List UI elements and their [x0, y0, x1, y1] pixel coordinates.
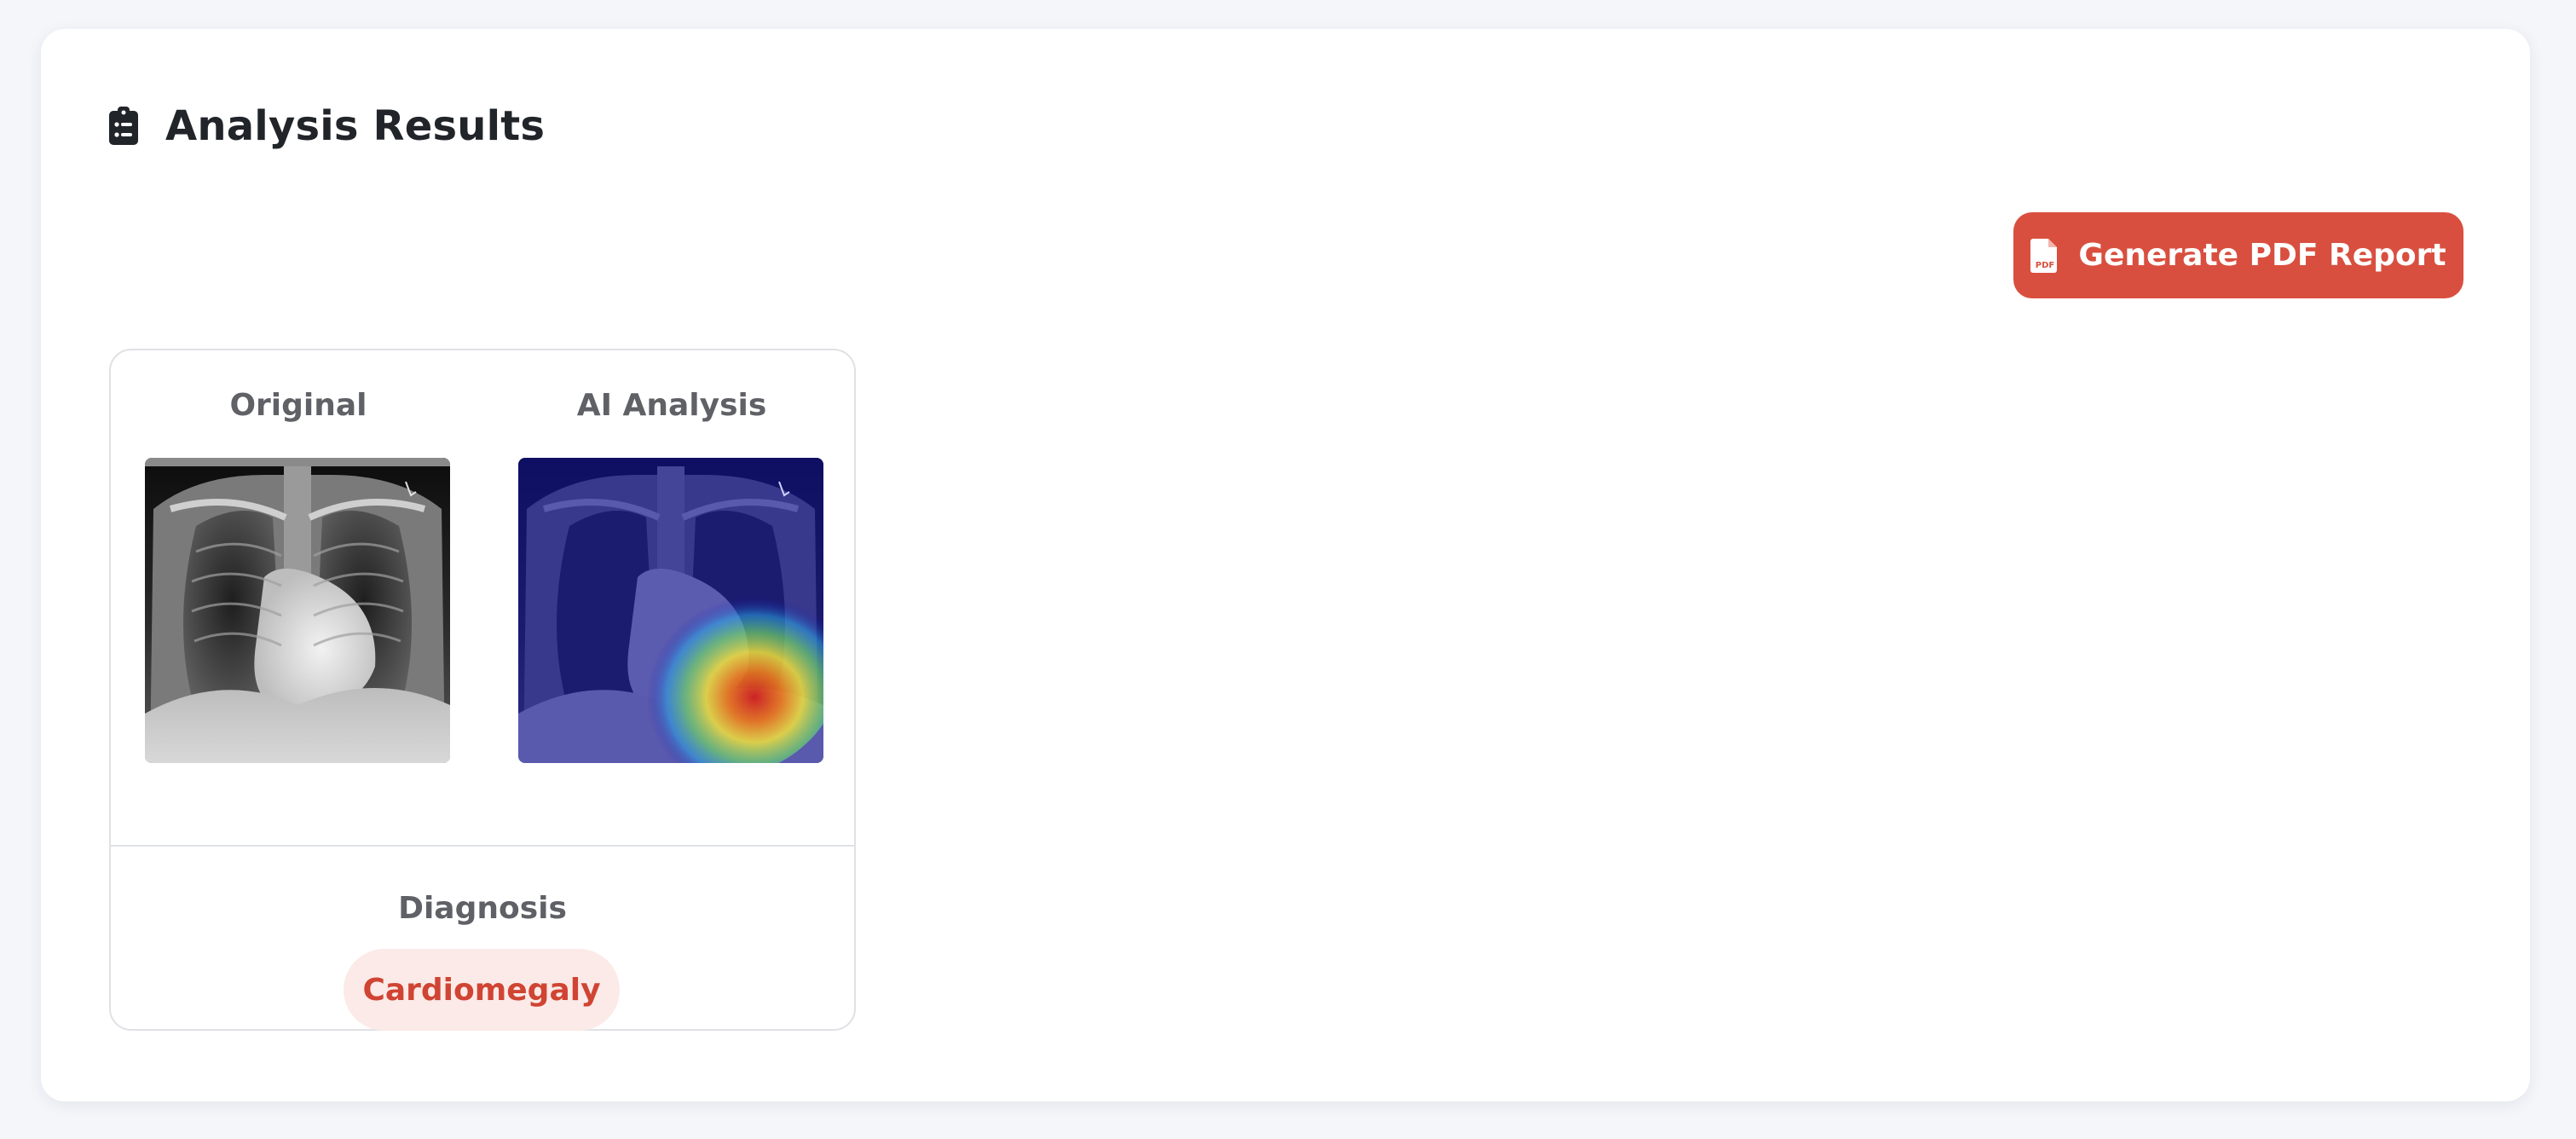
original-image-label: Original — [229, 388, 367, 423]
diagnosis-badge: Cardiomegaly — [344, 949, 620, 1031]
file-pdf-icon: PDF — [2030, 238, 2058, 273]
panel-header: Analysis Results — [107, 102, 545, 150]
original-xray-image[interactable] — [145, 458, 450, 763]
clipboard-list-icon — [109, 107, 138, 145]
result-card: Original AI Analysis Diagnosis Cardiomeg… — [109, 349, 856, 1031]
analysis-results-panel: Analysis Results PDF Generate PDF Report… — [41, 29, 2530, 1101]
page-title: Analysis Results — [165, 102, 546, 150]
diagnosis-label: Diagnosis — [398, 891, 567, 926]
ai-analysis-label: AI Analysis — [576, 388, 767, 423]
svg-text:PDF: PDF — [2036, 261, 2054, 270]
generate-pdf-report-label: Generate PDF Report — [2078, 238, 2446, 273]
generate-pdf-report-button[interactable]: PDF Generate PDF Report — [2013, 212, 2463, 298]
card-divider — [111, 845, 854, 847]
ai-analysis-heatmap-image[interactable] — [518, 458, 823, 763]
